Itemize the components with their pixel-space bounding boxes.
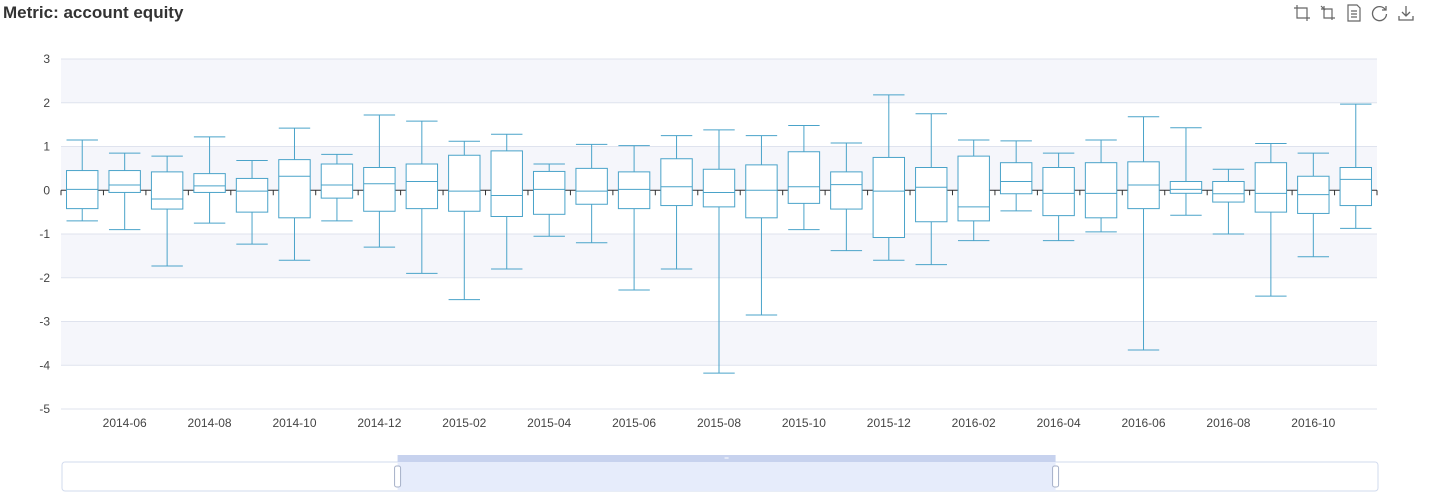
x-tick-label: 2016-06 xyxy=(1121,416,1165,430)
datazoom-selected-range[interactable] xyxy=(397,462,1056,491)
datazoom-handle-left[interactable] xyxy=(394,465,402,488)
y-tick-label: 2 xyxy=(43,96,50,110)
x-tick-label: 2015-02 xyxy=(442,416,486,430)
box-2015-09[interactable] xyxy=(745,164,778,219)
y-tick-label: -1 xyxy=(39,227,50,241)
box-2016-05[interactable] xyxy=(1084,162,1118,219)
datazoom-handle-right[interactable] xyxy=(1052,465,1060,488)
y-tick-label: 1 xyxy=(43,140,50,154)
x-tick-label: 2014-08 xyxy=(188,416,232,430)
box-2014-11[interactable] xyxy=(320,163,354,199)
box-2016-04[interactable] xyxy=(1042,167,1075,217)
background-band xyxy=(61,59,1377,103)
box-2015-07[interactable] xyxy=(660,158,693,207)
box-2016-01[interactable] xyxy=(915,167,948,223)
box-2016-07[interactable] xyxy=(1169,181,1203,194)
box-2014-09[interactable] xyxy=(235,177,269,213)
boxplot-chart: 3 2 1 0 -1 -2 -3 -4 -5 2014-06 2014-08 2014-10 2014-… xyxy=(39,52,1379,492)
box-2016-02[interactable] xyxy=(957,155,990,222)
box-2014-10[interactable] xyxy=(278,159,311,219)
box-2015-11[interactable] xyxy=(830,171,863,210)
x-tick-label: 2016-04 xyxy=(1037,416,1081,430)
x-tick-label: 2016-02 xyxy=(952,416,996,430)
y-tick-label: -4 xyxy=(39,358,50,372)
box-2014-12[interactable] xyxy=(363,167,396,212)
y-tick-label: -5 xyxy=(39,402,50,416)
box-2015-12[interactable] xyxy=(872,156,906,238)
x-tick-label: 2015-10 xyxy=(782,416,826,430)
box-2014-06[interactable] xyxy=(108,170,141,193)
y-tick-label: 3 xyxy=(43,52,50,66)
x-tick-label: 2015-04 xyxy=(527,416,571,430)
box-2015-05[interactable] xyxy=(575,167,608,205)
box-2014-07[interactable] xyxy=(150,171,184,210)
x-tick-label: 2016-08 xyxy=(1206,416,1250,430)
box-2016-08[interactable] xyxy=(1212,181,1245,203)
y-tick-label: -3 xyxy=(39,315,50,329)
box-2016-03[interactable] xyxy=(999,162,1033,195)
x-tick-label: 2014-10 xyxy=(272,416,316,430)
box-2015-10[interactable] xyxy=(787,151,821,204)
x-tick-label: 2015-06 xyxy=(612,416,656,430)
x-tick-label: 2015-12 xyxy=(867,416,911,430)
box-2015-06[interactable] xyxy=(617,171,651,210)
box-2015-02[interactable] xyxy=(448,154,481,212)
x-tick-label: 2014-06 xyxy=(103,416,147,430)
y-tick-label: -2 xyxy=(39,271,50,285)
box-2015-01[interactable] xyxy=(405,163,439,210)
box-2015-04[interactable] xyxy=(532,170,566,215)
box-2015-03[interactable] xyxy=(490,150,523,217)
x-tick-label: 2015-08 xyxy=(697,416,741,430)
y-tick-label: 0 xyxy=(43,183,50,197)
x-tick-label: 2016-10 xyxy=(1291,416,1335,430)
box-2015-08[interactable] xyxy=(702,168,736,208)
box-2016-09[interactable] xyxy=(1254,162,1288,213)
x-tick-label: 2014-12 xyxy=(357,416,401,430)
box-2014-08[interactable] xyxy=(193,173,226,193)
box-2016-11[interactable] xyxy=(1339,167,1372,207)
